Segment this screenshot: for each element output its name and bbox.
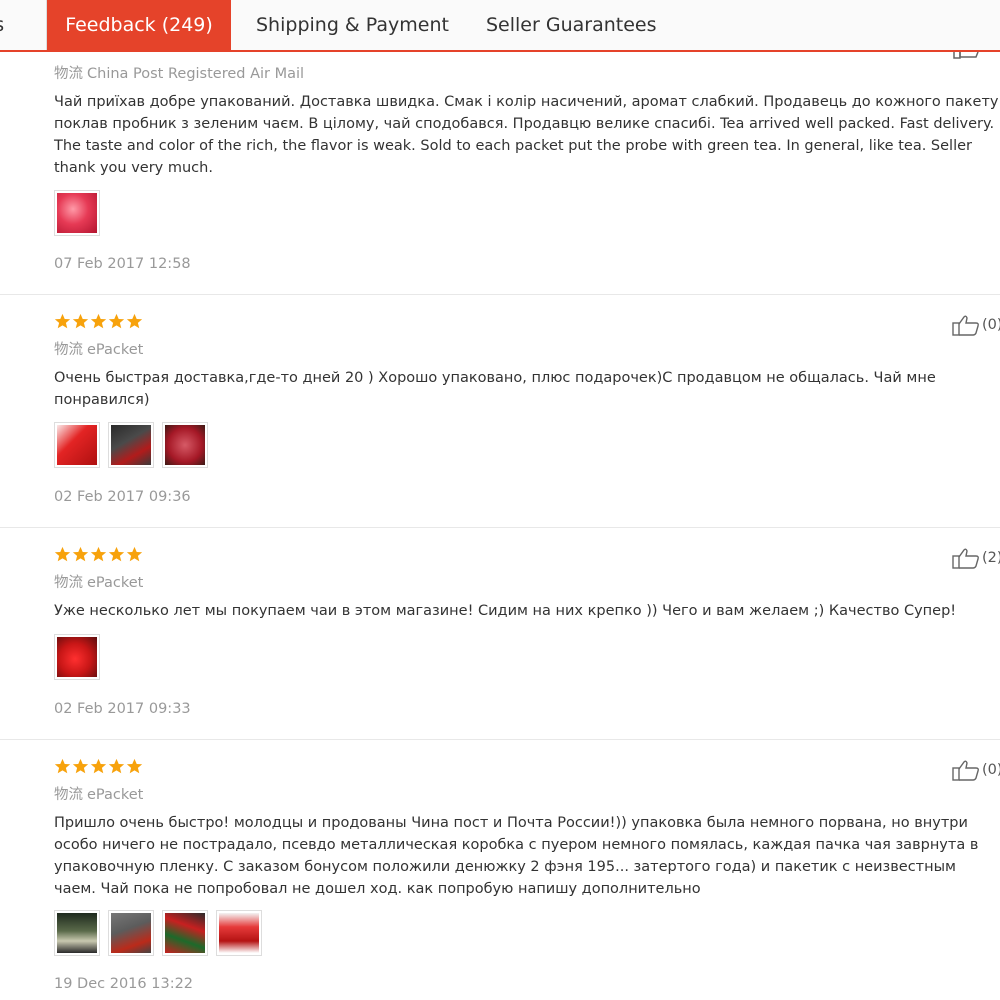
review-photo[interactable] — [162, 910, 208, 956]
star-rating — [54, 313, 143, 331]
shipping-method-value: ePacket — [87, 787, 144, 803]
star-icon — [72, 313, 89, 329]
review-photos — [54, 422, 208, 468]
logistics-label: 物流 — [54, 787, 83, 803]
review-divider — [0, 527, 1000, 528]
star-icon — [72, 546, 89, 562]
star-icon — [90, 313, 107, 329]
star-rating — [54, 546, 143, 564]
review-photos — [54, 634, 100, 680]
review-photo[interactable] — [54, 190, 100, 236]
shipping-method-value: ePacket — [87, 342, 144, 358]
review-divider — [0, 294, 1000, 295]
thumbs-up-icon — [952, 760, 979, 781]
tab-bar: ails Feedback (249) Shipping & Payment S… — [0, 0, 1000, 52]
review-text: Чай приїхав добре упакований. Доставка ш… — [54, 94, 999, 176]
thumbs-up-icon — [952, 548, 979, 569]
shipping-method-value: ePacket — [87, 575, 144, 591]
review-text: Очень быстрая доставка,где-то дней 20 ) … — [54, 370, 936, 408]
helpful-count: (0) — [982, 317, 1000, 333]
review-divider — [0, 739, 1000, 740]
review-photo[interactable] — [216, 910, 262, 956]
tab-shipping-payment[interactable]: Shipping & Payment — [256, 0, 449, 50]
tab-item-details[interactable]: ails — [0, 0, 32, 50]
thumbs-up-icon — [952, 315, 979, 336]
review-photo[interactable] — [54, 910, 100, 956]
helpful-button[interactable]: (0) — [952, 314, 1000, 336]
review-date: 07 Feb 2017 12:58 — [54, 256, 191, 272]
thumbs-up-icon[interactable] — [952, 52, 982, 60]
review-photos — [54, 910, 262, 956]
shipping-method: 物流 China Post Registered Air Mail — [54, 62, 304, 83]
logistics-label: 物流 — [54, 575, 83, 591]
star-rating — [54, 758, 143, 776]
review-photo[interactable] — [54, 634, 100, 680]
tab-seller-guarantees[interactable]: Seller Guarantees — [486, 0, 656, 50]
star-icon — [126, 313, 143, 329]
review-photo[interactable] — [162, 422, 208, 468]
logistics-label: 物流 — [54, 66, 83, 82]
review-text: Пришло очень быстро! молодцы и продованы… — [54, 815, 979, 897]
star-icon — [108, 758, 125, 774]
shipping-method-value: China Post Registered Air Mail — [87, 66, 305, 82]
review-date: 02 Feb 2017 09:36 — [54, 489, 191, 505]
star-icon — [54, 758, 71, 774]
review-photos — [54, 190, 100, 236]
star-icon — [54, 313, 71, 329]
shipping-method: 物流 ePacket — [54, 571, 143, 592]
star-icon — [108, 546, 125, 562]
shipping-method: 物流 ePacket — [54, 338, 143, 359]
star-icon — [108, 313, 125, 329]
star-icon — [126, 546, 143, 562]
star-icon — [90, 546, 107, 562]
logistics-label: 物流 — [54, 342, 83, 358]
shipping-method: 物流 ePacket — [54, 783, 143, 804]
tab-feedback[interactable]: Feedback (249) — [47, 0, 231, 50]
helpful-button[interactable]: (2) — [952, 547, 1000, 569]
review-photo[interactable] — [108, 422, 154, 468]
star-icon — [126, 758, 143, 774]
review-photo[interactable] — [108, 910, 154, 956]
review-date: 02 Feb 2017 09:33 — [54, 701, 191, 717]
review-text: Уже несколько лет мы покупаем чаи в этом… — [54, 603, 957, 619]
helpful-count: (0) — [982, 762, 1000, 778]
review-photo[interactable] — [54, 422, 100, 468]
helpful-count: (2) — [982, 550, 1000, 566]
star-icon — [72, 758, 89, 774]
helpful-button[interactable]: (0) — [952, 759, 1000, 781]
review-date: 19 Dec 2016 13:22 — [54, 976, 194, 992]
star-icon — [54, 546, 71, 562]
star-icon — [90, 758, 107, 774]
